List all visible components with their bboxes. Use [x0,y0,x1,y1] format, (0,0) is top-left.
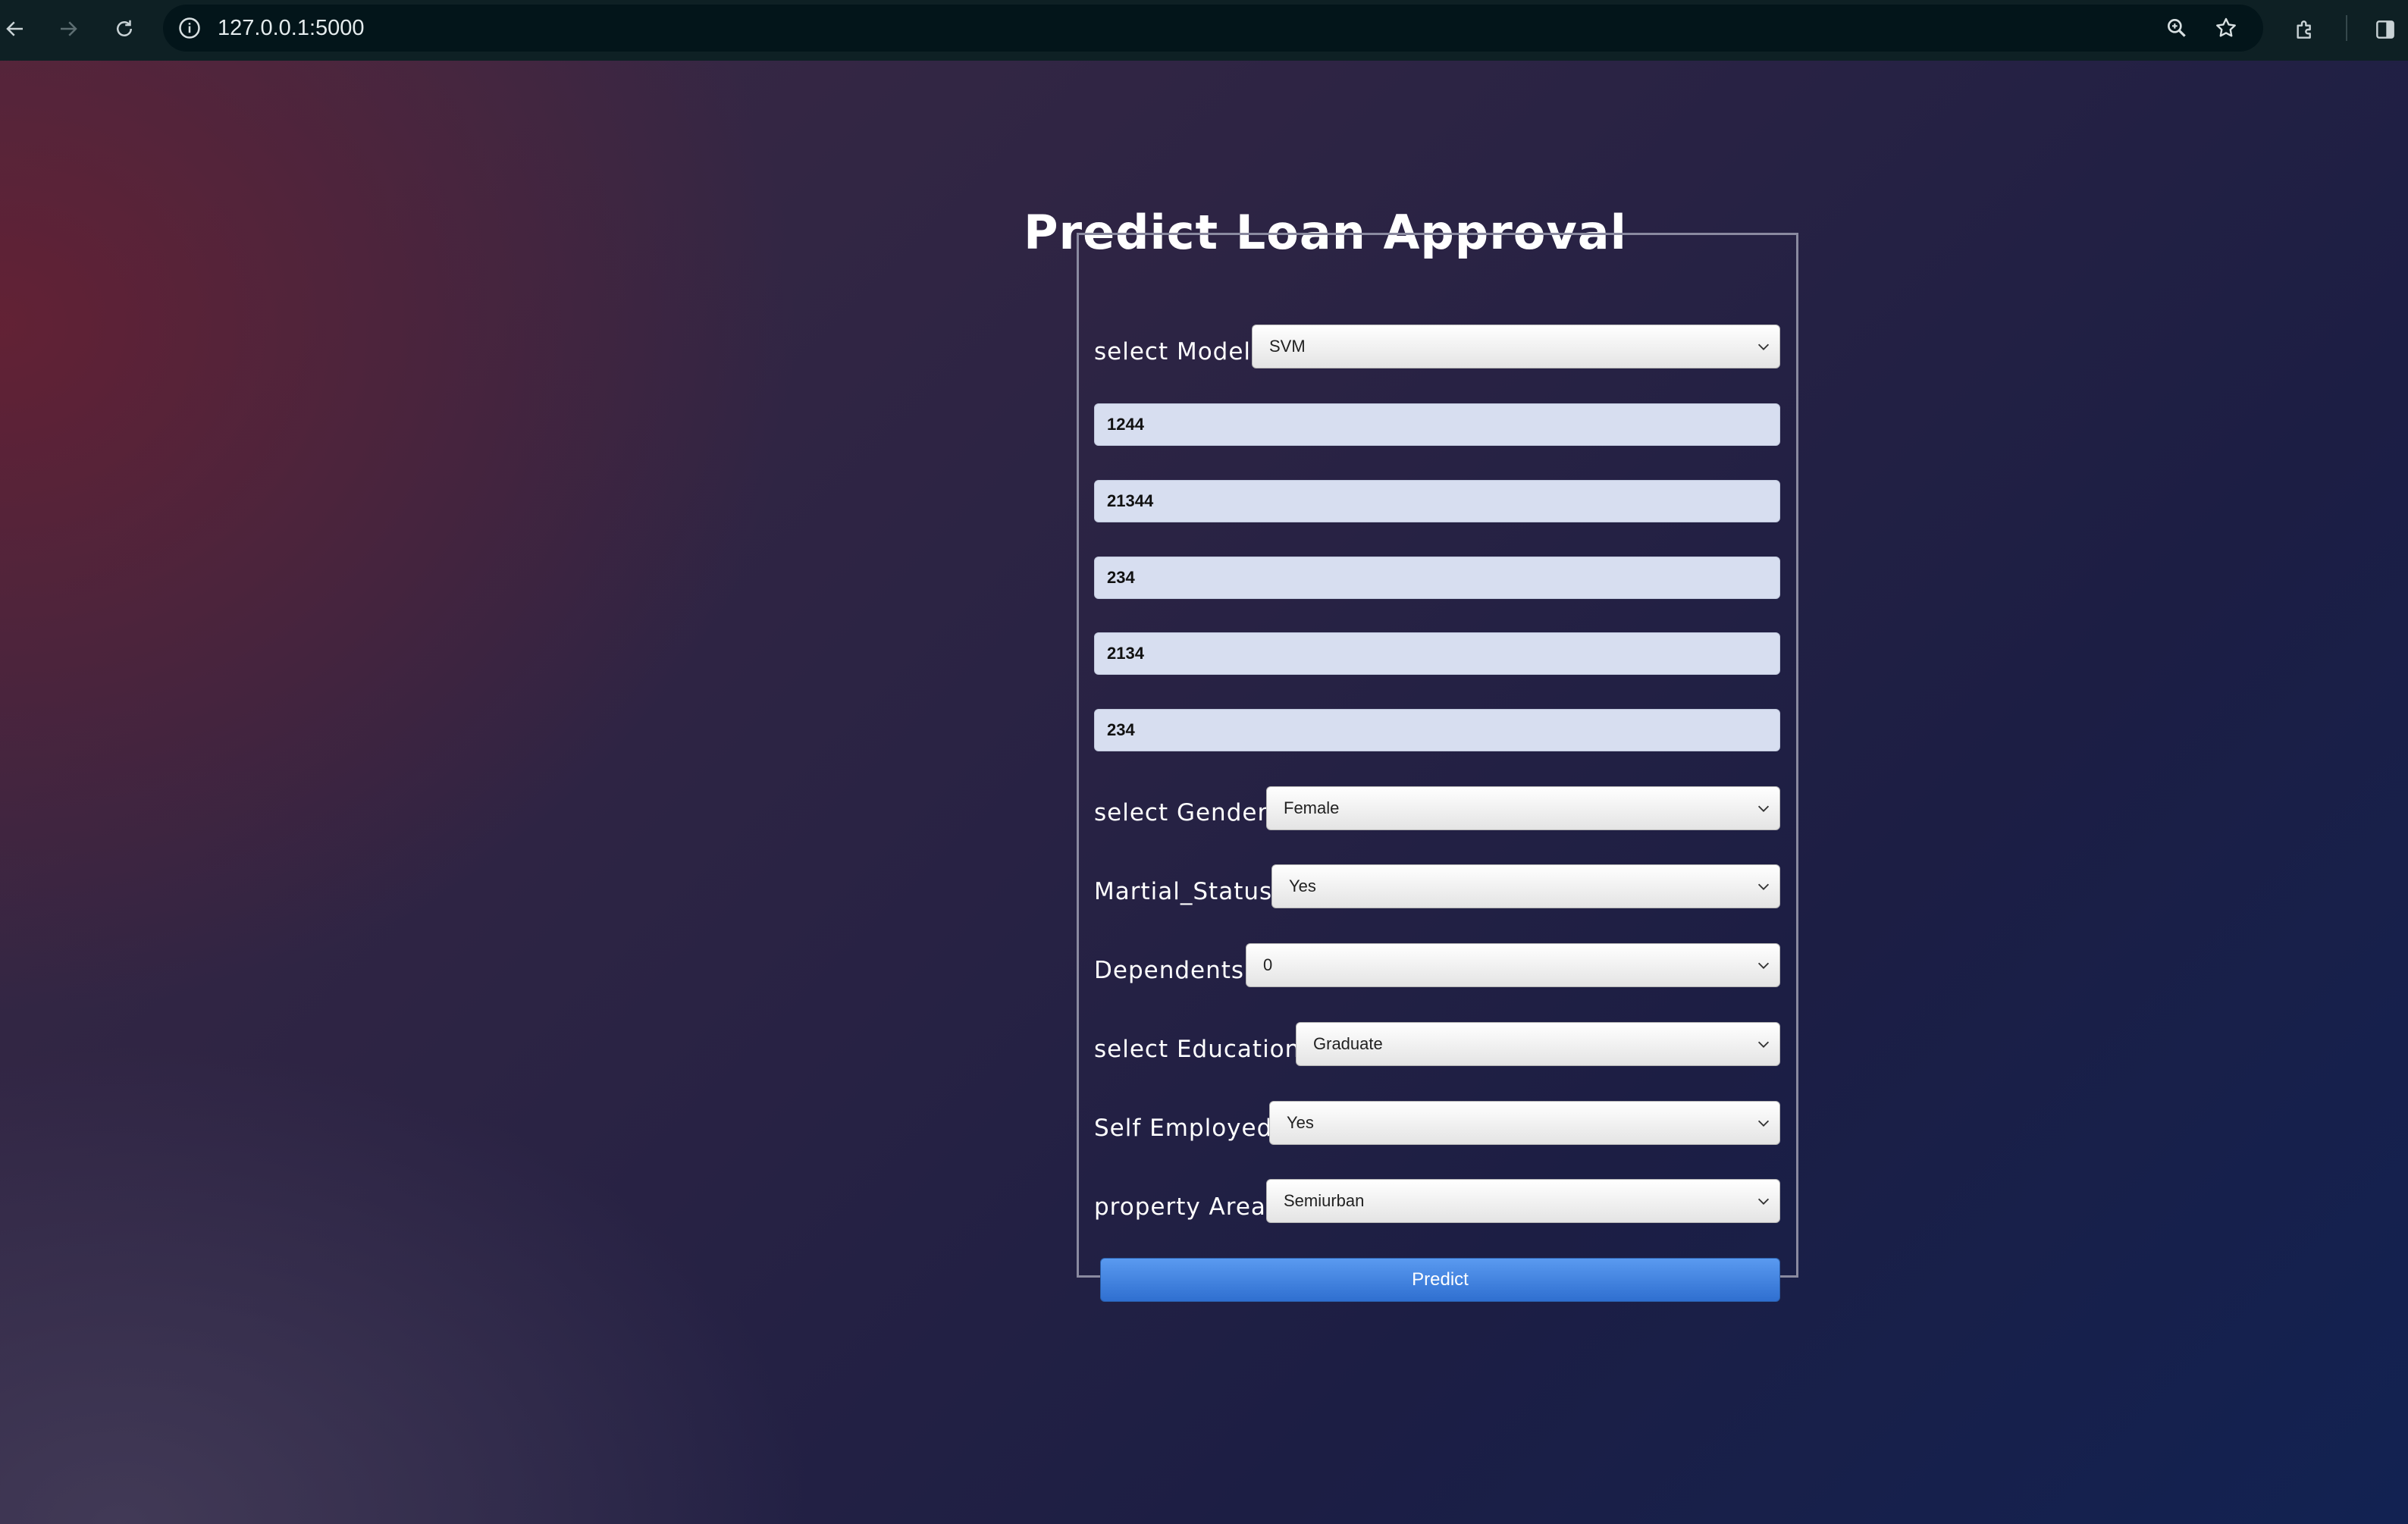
numeric-input-4[interactable] [1094,632,1780,675]
reload-icon[interactable] [106,11,143,47]
education-select-value: Graduate [1313,1034,1383,1053]
model-label: select Model [1094,338,1252,365]
dependents-select-value: 0 [1263,955,1273,974]
property-area-select[interactable]: Semiurban [1266,1179,1780,1223]
marital-status-select-value: Yes [1289,876,1316,895]
dependents-label: Dependents [1094,957,1245,984]
zoom-icon[interactable] [2163,14,2190,42]
gender-select-value: Female [1284,798,1340,817]
back-icon[interactable] [0,11,33,47]
extensions-icon[interactable] [2291,16,2319,43]
numeric-input-1[interactable] [1094,403,1780,446]
self-employed-label: Self Employed [1094,1115,1273,1142]
property-area-label: property Area [1094,1193,1266,1221]
bookmark-star-icon[interactable] [2212,14,2240,42]
site-info-icon[interactable] [177,15,202,41]
self-employed-select[interactable]: Yes [1269,1101,1780,1145]
numeric-input-5[interactable] [1094,709,1780,751]
predict-button[interactable]: Predict [1100,1258,1780,1302]
browser-toolbar: 127.0.0.1:5000 [0,0,2408,61]
self-employed-select-value: Yes [1287,1113,1314,1132]
chevron-down-icon [1757,1041,1770,1048]
education-label: select Education [1094,1036,1301,1063]
marital-status-select[interactable]: Yes [1271,864,1780,908]
side-panel-icon[interactable] [2372,16,2399,43]
chevron-down-icon [1757,962,1770,969]
url-text[interactable]: 127.0.0.1:5000 [218,5,365,52]
address-bar[interactable]: 127.0.0.1:5000 [163,5,2263,52]
dependents-select[interactable]: 0 [1246,943,1780,987]
gender-select[interactable]: Female [1266,786,1780,830]
numeric-input-3[interactable] [1094,557,1780,599]
marital-status-label: Martial_Status [1094,878,1273,905]
chevron-down-icon [1757,883,1770,890]
chevron-down-icon [1757,805,1770,812]
chevron-down-icon [1757,1120,1770,1127]
model-select-value: SVM [1269,337,1306,356]
gender-label: select Gender [1094,799,1268,826]
chevron-down-icon [1757,1198,1770,1205]
toolbar-divider [2346,15,2347,41]
forward-icon[interactable] [50,11,86,47]
model-select[interactable]: SVM [1252,325,1780,368]
chevron-down-icon [1757,343,1770,350]
education-select[interactable]: Graduate [1296,1022,1780,1066]
property-area-select-value: Semiurban [1284,1191,1365,1210]
numeric-input-2[interactable] [1094,480,1780,522]
